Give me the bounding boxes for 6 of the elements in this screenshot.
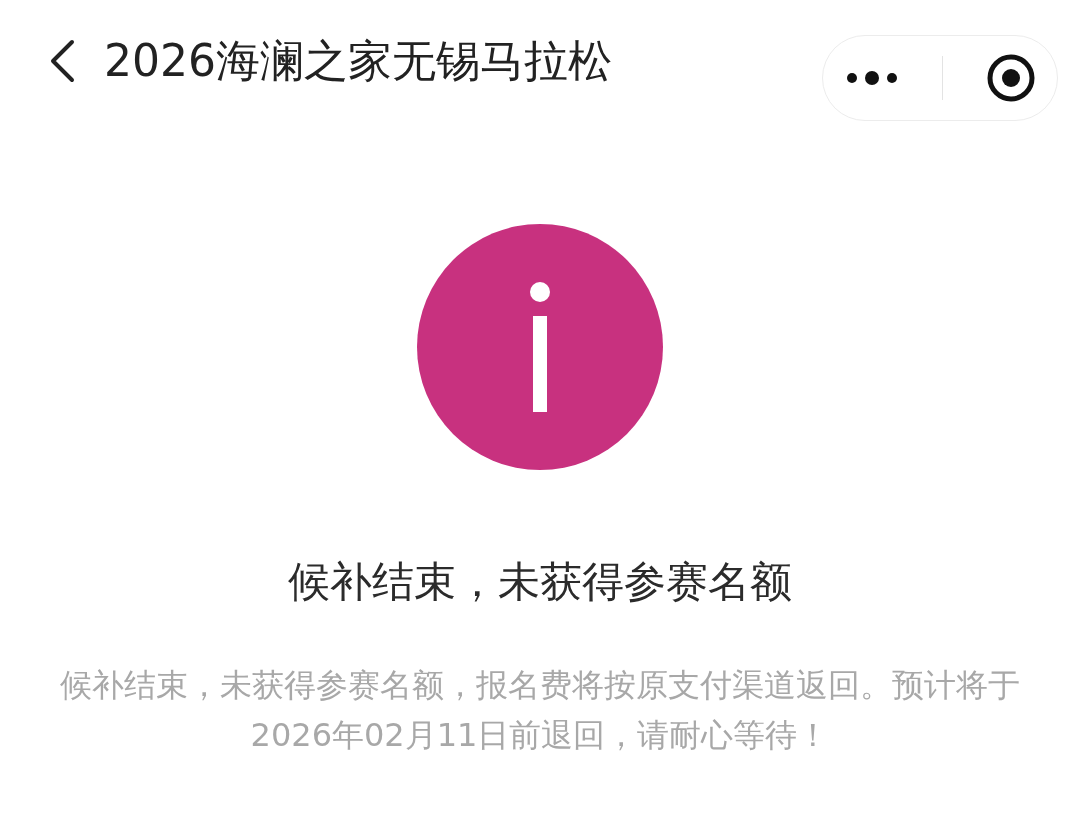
status-message: 候补结束，未获得参赛名额，报名费将按原支付渠道返回。预计将于2026年02月11日前退回，请耐心等待！ [60, 665, 1020, 756]
page-title: 2026海澜之家无锡马拉松 [104, 35, 613, 88]
back-icon[interactable] [48, 39, 76, 83]
status-heading: 候补结束，未获得参赛名额 [287, 556, 793, 608]
more-icon[interactable] [844, 70, 899, 86]
close-icon[interactable] [985, 53, 1036, 103]
